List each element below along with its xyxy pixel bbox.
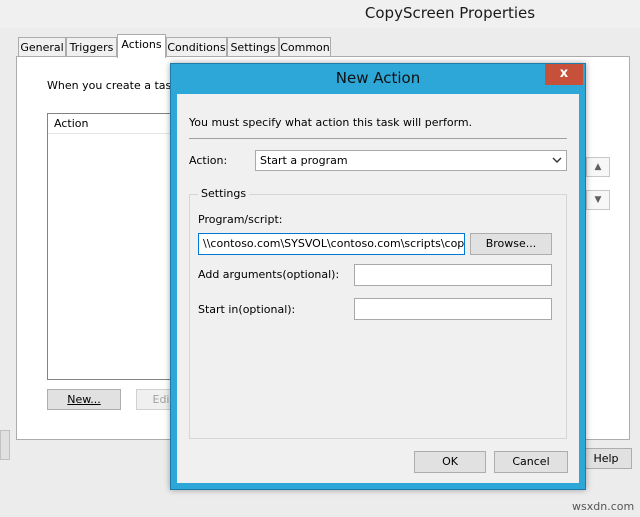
actions-list[interactable]: Action bbox=[47, 113, 187, 380]
program-script-input[interactable]: \\contoso.com\SYSVOL\contoso.com\scripts… bbox=[198, 233, 465, 255]
add-arguments-label: Add arguments(optional): bbox=[198, 268, 340, 281]
action-select[interactable]: Start a program bbox=[255, 150, 567, 171]
parent-titlebar: CopyScreen Properties bbox=[0, 0, 640, 28]
settings-group: Settings Program/script: \\contoso.com\S… bbox=[189, 187, 567, 439]
tab-general[interactable]: General bbox=[18, 37, 66, 56]
dialog-description: You must specify what action this task w… bbox=[189, 116, 473, 129]
tab-actions[interactable]: Actions bbox=[117, 34, 166, 58]
tab-triggers[interactable]: Triggers bbox=[66, 37, 117, 56]
triangle-down-icon: ▼ bbox=[594, 195, 602, 205]
help-button[interactable]: Help bbox=[580, 448, 632, 469]
separator bbox=[189, 138, 567, 139]
browse-button[interactable]: Browse... bbox=[470, 233, 552, 255]
action-label: Action: bbox=[189, 154, 228, 167]
program-script-label: Program/script: bbox=[198, 213, 283, 226]
new-action-dialog: New Action x You must specify what actio… bbox=[170, 63, 586, 490]
triangle-up-icon: ▲ bbox=[594, 162, 602, 172]
move-up-button[interactable]: ▲ bbox=[586, 157, 610, 177]
dialog-title: New Action bbox=[335, 69, 421, 87]
action-select-value: Start a program bbox=[260, 154, 348, 167]
settings-group-legend: Settings bbox=[198, 187, 250, 200]
window-edge-fragment bbox=[0, 430, 10, 460]
new-button-label: New... bbox=[67, 393, 101, 406]
new-button[interactable]: New... bbox=[47, 389, 121, 410]
start-in-input[interactable] bbox=[354, 298, 552, 320]
close-button[interactable]: x bbox=[545, 64, 583, 85]
list-column-header-action[interactable]: Action bbox=[48, 114, 186, 134]
parent-window-title: CopyScreen Properties bbox=[364, 4, 536, 22]
tab-settings[interactable]: Settings bbox=[227, 37, 279, 56]
watermark-text: wsxdn.com bbox=[572, 500, 635, 513]
add-arguments-input[interactable] bbox=[354, 264, 552, 286]
start-in-label: Start in(optional): bbox=[198, 303, 296, 316]
cancel-button[interactable]: Cancel bbox=[494, 451, 568, 473]
tab-conditions[interactable]: Conditions bbox=[166, 37, 227, 56]
chevron-down-icon bbox=[552, 151, 562, 177]
close-icon: x bbox=[559, 66, 569, 81]
dialog-content: You must specify what action this task w… bbox=[177, 94, 579, 483]
move-down-button[interactable]: ▼ bbox=[586, 190, 610, 210]
tab-common[interactable]: Common bbox=[279, 37, 331, 56]
ok-button[interactable]: OK bbox=[414, 451, 486, 473]
